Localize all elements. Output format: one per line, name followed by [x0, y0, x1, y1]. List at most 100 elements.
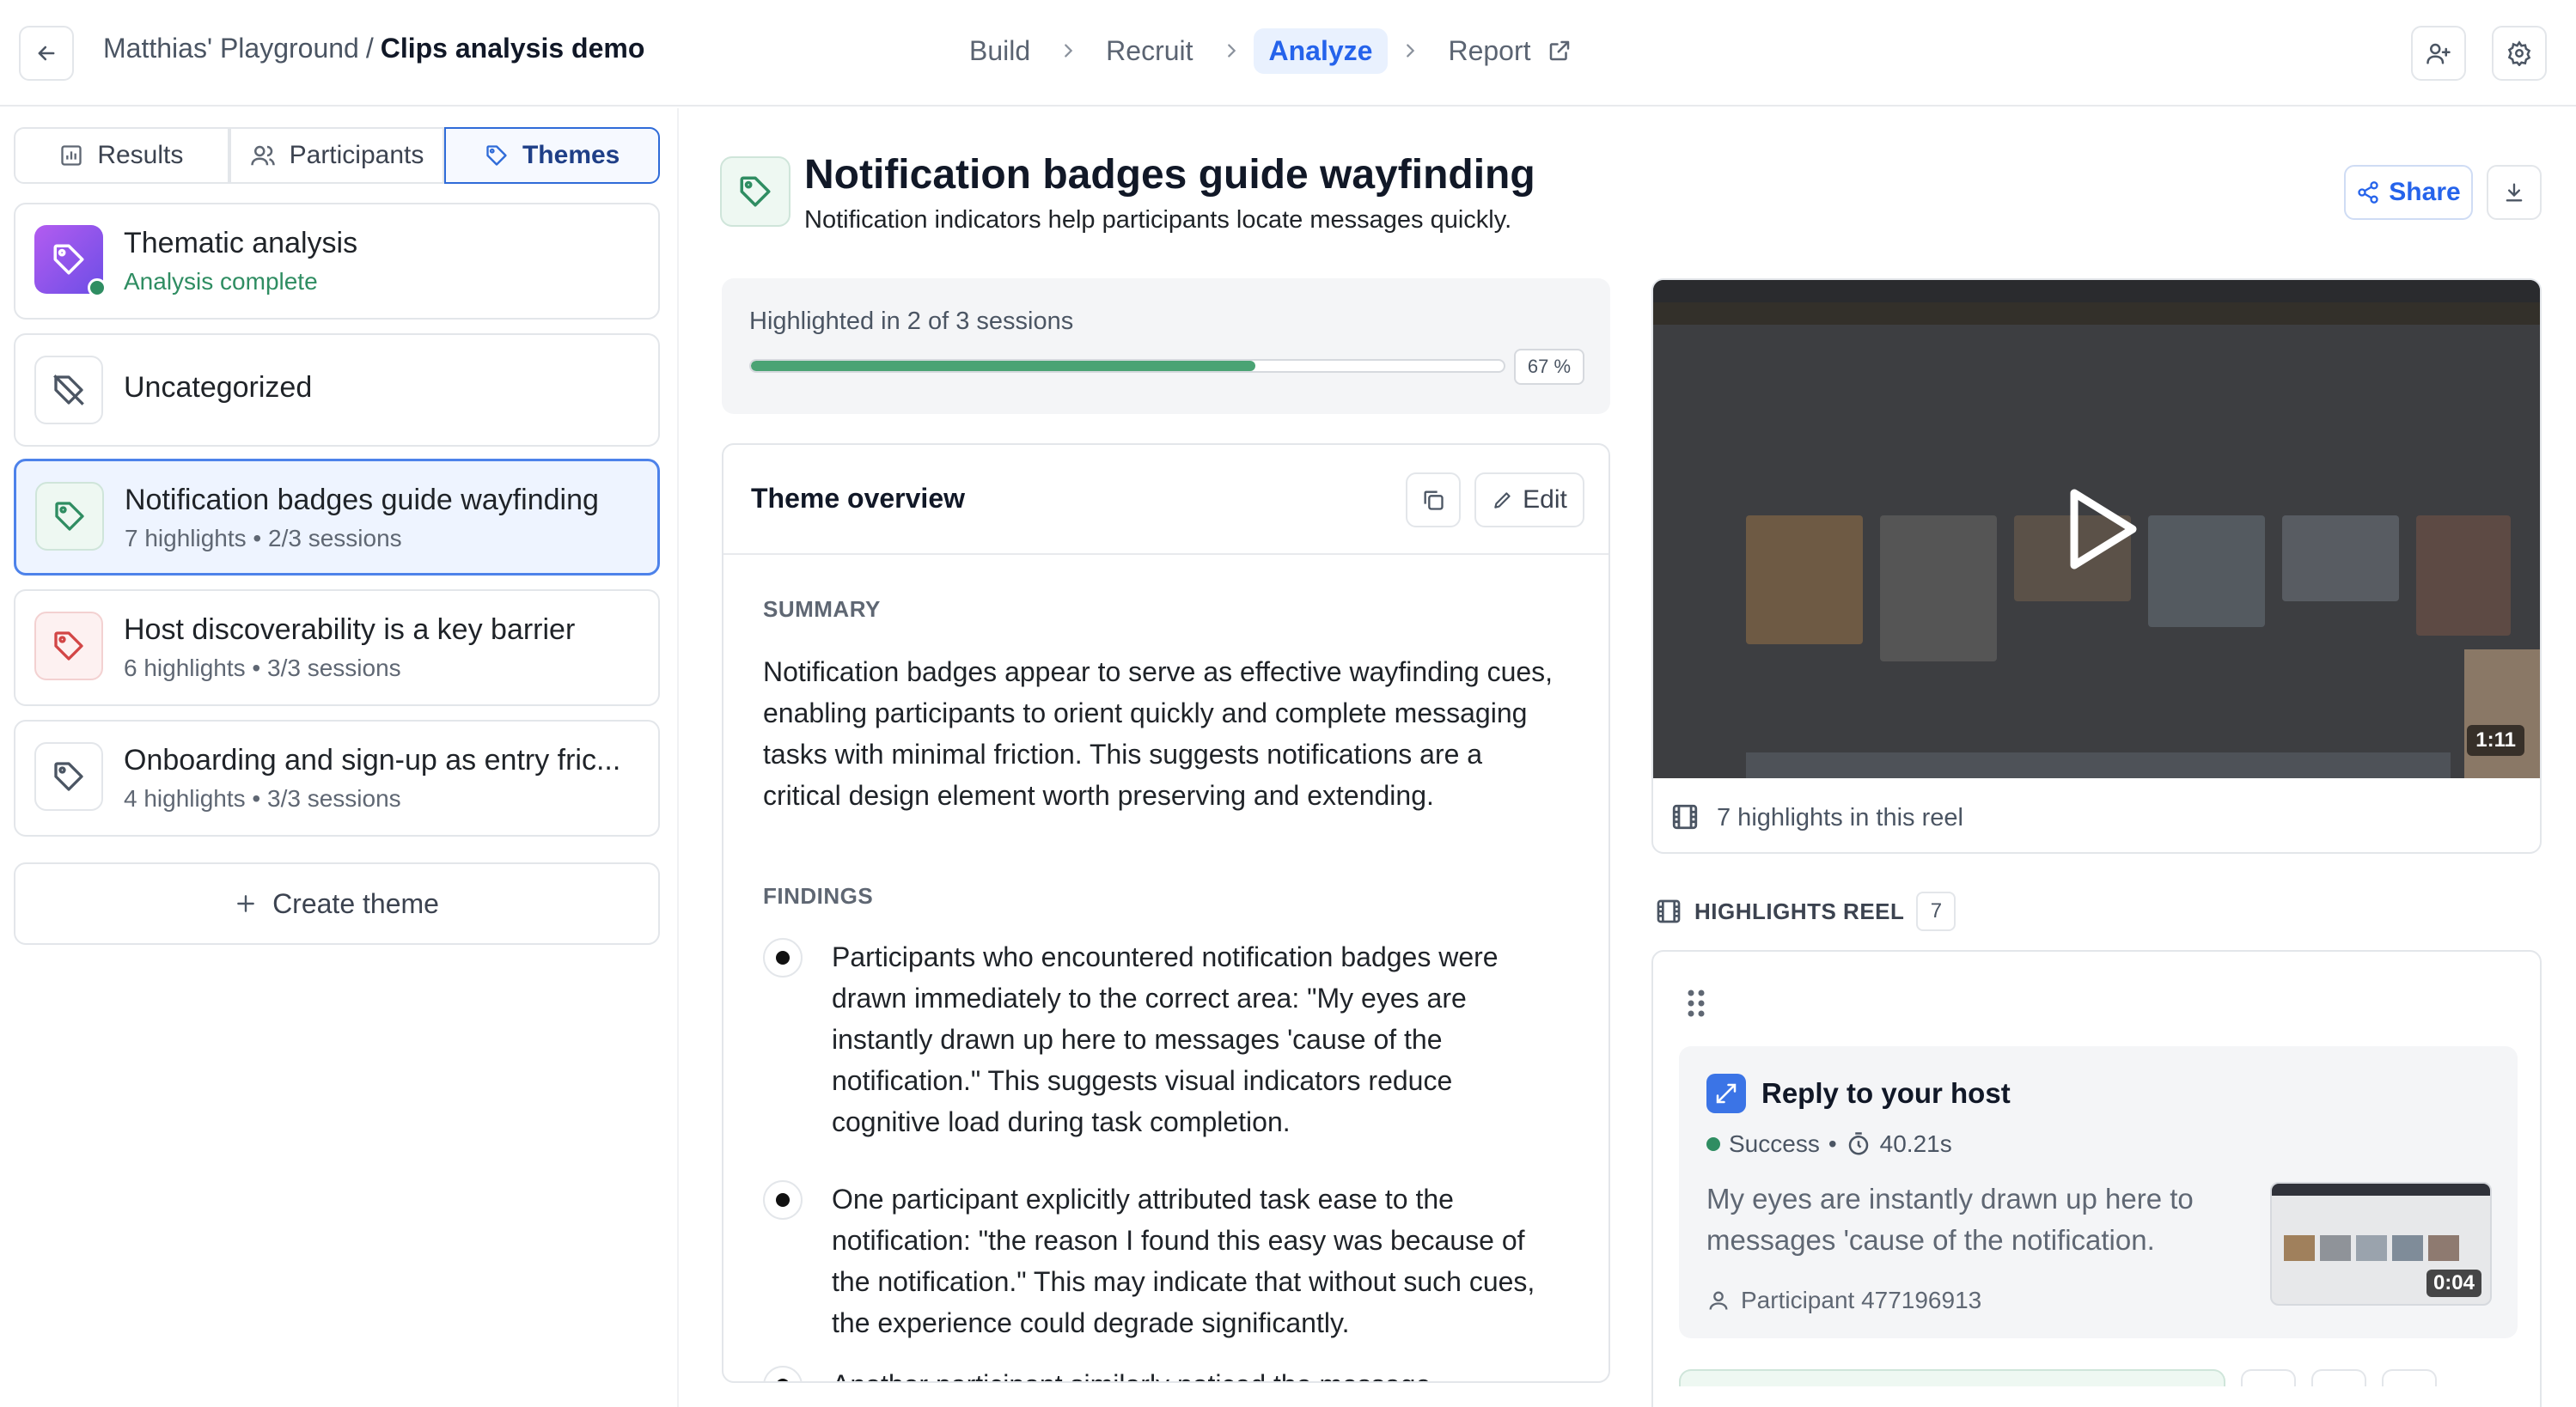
edit-button[interactable]: Edit	[1474, 472, 1584, 527]
theme-card-thematic-analysis[interactable]: Thematic analysis Analysis complete	[14, 203, 660, 320]
next-clip-peek	[1679, 1369, 2518, 1386]
step-recruit[interactable]: Recruit	[1090, 28, 1208, 74]
bullet-icon	[763, 1180, 803, 1220]
drag-handle-icon[interactable]	[1686, 988, 1706, 1019]
step-build[interactable]: Build	[954, 28, 1046, 74]
theme-card-uncategorized[interactable]: Uncategorized	[14, 333, 660, 447]
create-theme-label: Create theme	[272, 887, 439, 919]
share-button[interactable]: Share	[2344, 165, 2473, 220]
card-subtitle: 6 highlights • 3/3 sessions	[124, 655, 401, 681]
back-button[interactable]	[19, 26, 74, 81]
plus-icon	[237, 895, 254, 912]
tag-icon	[34, 742, 103, 811]
view-tabs: Results Participants Themes	[14, 127, 661, 184]
card-title: Notification badges guide wayfinding	[125, 484, 599, 516]
chevron-right-icon	[1046, 41, 1090, 60]
card-subtitle: 7 highlights • 2/3 sessions	[125, 525, 402, 551]
chevron-right-icon	[1388, 41, 1432, 60]
highlight-clip-card[interactable]: Reply to your host Success • 40.21s My e…	[1679, 1046, 2518, 1338]
step-report-label: Report	[1448, 34, 1531, 66]
film-icon	[1657, 899, 1681, 923]
video-player[interactable]: 1:11	[1653, 280, 2540, 778]
task-meta: Success • 40.21s	[1706, 1130, 1952, 1158]
share-label: Share	[2389, 178, 2461, 206]
video-bookmarks-bar	[1653, 302, 2540, 325]
card-title: Uncategorized	[124, 371, 313, 404]
tab-themes-label: Themes	[522, 141, 620, 169]
pencil-icon	[1494, 492, 1511, 509]
status-dot	[88, 278, 107, 297]
summary-text: Notification badges appear to serve as e…	[763, 656, 1554, 811]
video-browser-bar	[1653, 280, 2540, 302]
participant-id: Participant 477196913	[1741, 1287, 1982, 1313]
thumb-image	[2284, 1235, 2315, 1261]
video-thumb	[1880, 515, 1997, 661]
step-nav: Build Recruit Analyze Report	[954, 21, 1588, 81]
analysis-icon	[34, 225, 107, 297]
video-thumb	[1746, 752, 2451, 778]
card-subtitle: 4 highlights • 3/3 sessions	[124, 785, 401, 812]
film-icon	[1672, 804, 1698, 830]
tag-icon	[720, 156, 791, 227]
reel-highlight-count: 7 highlights in this reel	[1717, 804, 1963, 831]
tab-participants-label: Participants	[289, 141, 424, 169]
tag-icon	[35, 482, 104, 551]
external-link-icon	[1550, 40, 1570, 60]
theme-card-notification-badges[interactable]: Notification badges guide wayfinding 7 h…	[14, 459, 660, 576]
tag-icon	[34, 612, 103, 680]
next-clip-action[interactable]	[2311, 1369, 2366, 1386]
share-icon	[2358, 181, 2378, 204]
next-clip-action[interactable]	[2241, 1369, 2296, 1386]
highlights-reel-list: Reply to your host Success • 40.21s My e…	[1651, 950, 2542, 1407]
bar-chart-icon	[61, 145, 82, 166]
copy-icon	[1424, 490, 1444, 510]
breadcrumb-separator: /	[365, 33, 374, 64]
finding-text: One participant explicitly attributed ta…	[832, 1184, 1535, 1338]
reel-title: HIGHLIGHTS REEL	[1694, 898, 1905, 924]
video-duration: 1:11	[2467, 725, 2524, 756]
settings-button[interactable]	[2492, 26, 2547, 81]
users-icon	[250, 145, 275, 166]
tab-results[interactable]: Results	[14, 127, 229, 184]
progress-percent: 67 %	[1514, 349, 1584, 385]
themes-sidebar: Results Participants Themes Thematic ana…	[0, 108, 679, 1407]
theme-card-onboarding[interactable]: Onboarding and sign-up as entry fric... …	[14, 720, 660, 837]
card-subtitle: Analysis complete	[124, 268, 318, 295]
step-analyze[interactable]: Analyze	[1253, 27, 1389, 74]
participant-label[interactable]: Participant 477196913	[1706, 1287, 1981, 1314]
create-theme-button[interactable]: Create theme	[14, 862, 660, 945]
invite-user-button[interactable]	[2411, 26, 2466, 81]
next-clip-pill[interactable]	[1679, 1369, 2225, 1386]
progress-label: Highlighted in 2 of 3 sessions	[749, 308, 1074, 335]
tab-themes[interactable]: Themes	[444, 127, 661, 184]
task-title: Reply to your host	[1761, 1077, 2011, 1109]
tab-participants[interactable]: Participants	[229, 127, 445, 184]
theme-overview-card: Theme overview Edit SUMMARY Notification…	[722, 443, 1610, 1383]
success-dot	[1706, 1137, 1720, 1151]
progress-bar	[749, 359, 1505, 373]
task-time: 40.21s	[1879, 1130, 1952, 1157]
user-icon	[1709, 1291, 1728, 1310]
gear-icon	[2507, 40, 2531, 66]
step-report[interactable]: Report	[1432, 28, 1588, 74]
play-icon[interactable]	[2064, 486, 2141, 572]
video-webcam	[2464, 649, 2540, 778]
breadcrumb-workspace[interactable]: Matthias' Playground	[103, 33, 359, 64]
overview-header: Theme overview Edit	[723, 445, 1608, 555]
summary-heading: SUMMARY	[763, 596, 881, 622]
copy-button[interactable]	[1406, 472, 1461, 527]
tag-off-icon	[34, 356, 103, 424]
clip-thumbnail[interactable]: 0:04	[2270, 1182, 2492, 1306]
card-title: Host discoverability is a key barrier	[124, 613, 576, 646]
overview-title: Theme overview	[751, 483, 965, 514]
clip-duration: 0:04	[2426, 1270, 2481, 1297]
meta-separator: •	[1828, 1130, 1837, 1157]
next-clip-action[interactable]	[2382, 1369, 2437, 1386]
download-button[interactable]	[2487, 165, 2542, 220]
breadcrumb: Matthias' Playground / Clips analysis demo	[103, 33, 644, 64]
bullet-icon	[763, 1366, 803, 1381]
tab-results-label: Results	[97, 141, 184, 169]
video-thumb	[2148, 515, 2265, 627]
theme-card-host-discoverability[interactable]: Host discoverability is a key barrier 6 …	[14, 589, 660, 706]
stopwatch-icon	[1848, 1132, 1868, 1155]
